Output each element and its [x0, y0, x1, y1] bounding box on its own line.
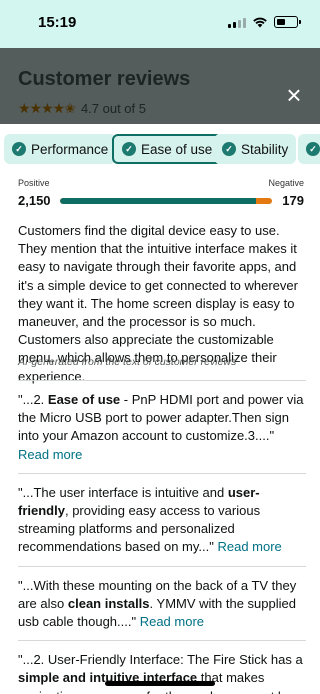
- positive-label: Positive: [18, 178, 50, 188]
- read-more-link[interactable]: Read more: [217, 539, 281, 554]
- review-quote: "...The user interface is intuitive and …: [18, 472, 306, 566]
- aspect-chips: ✓ Performance ✓ Ease of use ✓ Stability …: [0, 134, 320, 164]
- home-indicator[interactable]: [105, 681, 215, 686]
- status-time: 15:19: [38, 14, 77, 31]
- status-bar: 15:19: [0, 0, 320, 48]
- quote-text: "...The user interface is intuitive and: [18, 484, 228, 500]
- check-icon: ✓: [306, 142, 320, 156]
- chip-stability[interactable]: ✓ Stability: [214, 134, 297, 164]
- check-icon: ✓: [12, 142, 26, 156]
- battery-icon: [274, 16, 301, 28]
- read-more-link[interactable]: Read more: [140, 614, 204, 629]
- read-more-link[interactable]: Read more: [18, 447, 82, 462]
- chip-label: Stability: [241, 141, 289, 157]
- quote-text: "...2.: [18, 392, 48, 407]
- positive-count: 2,150: [18, 193, 51, 208]
- close-button[interactable]: ×: [282, 82, 306, 108]
- ai-note: AI-generated from the text of customer r…: [18, 356, 237, 368]
- review-quote: "...2. Ease of use - PnP HDMI port and p…: [18, 380, 306, 473]
- quote-highlight: clean installs: [67, 595, 150, 611]
- check-icon: ✓: [122, 142, 136, 156]
- rating-text: 4.7 out of 5: [80, 101, 146, 116]
- quote-highlight: Ease of use: [47, 392, 121, 407]
- chip-ease-of-use[interactable]: ✓ Ease of use: [112, 134, 223, 164]
- negative-label: Negative: [268, 178, 304, 188]
- chip-performance[interactable]: ✓ Performance: [4, 134, 117, 164]
- sentiment-bar-positive: [60, 198, 256, 204]
- page-title: Customer reviews: [18, 68, 191, 90]
- signal-icon: [228, 17, 246, 28]
- rating-summary: ★★★★✬ 4.7 out of 5: [18, 100, 146, 117]
- wifi-icon: [253, 17, 267, 28]
- negative-count: 179: [282, 193, 304, 208]
- chip-label: Ease of use: [141, 141, 213, 157]
- sentiment-row: 2,150 179: [18, 192, 304, 210]
- sentiment-bar: [60, 198, 272, 204]
- star-rating-icon: ★★★★✬: [18, 100, 76, 116]
- review-quote: "...With these mounting on the back of a…: [18, 565, 306, 641]
- sentiment-labels: Positive Negative: [18, 178, 304, 188]
- check-icon: ✓: [222, 142, 236, 156]
- review-quotes: "...2. Ease of use - PnP HDMI port and p…: [18, 380, 306, 694]
- review-aspect-sheet: ✓ Performance ✓ Ease of use ✓ Stability …: [0, 124, 320, 694]
- status-icons: [228, 16, 301, 28]
- chip-next[interactable]: ✓: [298, 134, 320, 164]
- quote-text: "...2. User-Friendly Interface: The Fire…: [18, 652, 303, 668]
- chip-label: Performance: [31, 141, 109, 157]
